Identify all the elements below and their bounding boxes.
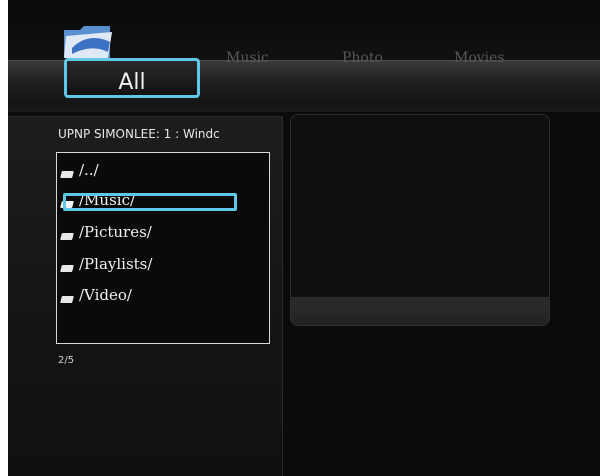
list-item-label: /Playlists/: [79, 255, 153, 273]
preview-area: [291, 115, 549, 299]
list-item-label: /Pictures/: [79, 223, 152, 241]
server-title: UPNP SIMONLEE: 1 : Windc: [58, 127, 220, 141]
tab-all[interactable]: All: [64, 58, 200, 98]
selection-highlight: [63, 193, 237, 211]
list-item-label: /../: [79, 161, 99, 179]
tab-music[interactable]: Music: [226, 50, 269, 66]
media-player-screen: All Music Photo Movies UPNP SIMONLEE: 1 …: [8, 0, 600, 476]
list-item-video[interactable]: /Video/: [60, 286, 261, 308]
folder-icon: [60, 265, 74, 272]
all-media-folder-icon: [64, 26, 112, 58]
list-item-label: /Video/: [79, 286, 132, 304]
list-item-pictures[interactable]: /Pictures/: [60, 223, 261, 245]
tab-movies[interactable]: Movies: [454, 50, 505, 66]
folder-icon: [60, 233, 74, 240]
preview-panel: [290, 114, 550, 326]
page-count: 2/5: [58, 355, 75, 366]
preview-footer: [291, 297, 549, 325]
list-item-playlists[interactable]: /Playlists/: [60, 255, 261, 277]
folder-icon: [60, 171, 74, 178]
tab-photo[interactable]: Photo: [342, 50, 383, 66]
folder-icon: [60, 296, 74, 303]
folder-list: /../ /Music/ /Pictures/ /Playlists/ /Vid…: [56, 152, 270, 344]
list-item-parent[interactable]: /../: [60, 161, 261, 183]
